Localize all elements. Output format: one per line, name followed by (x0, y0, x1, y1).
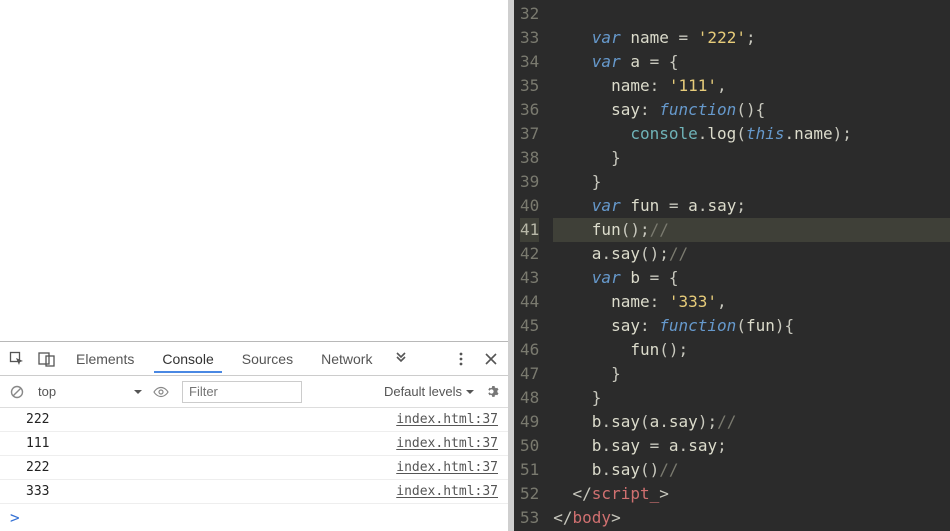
console-filter-bar: top Default levels (0, 376, 508, 408)
code-line[interactable]: fun();// (553, 218, 950, 242)
code-line[interactable] (553, 2, 950, 26)
line-gutter: 3233343536373839404142434445464748495051… (514, 0, 549, 531)
line-number: 47 (520, 362, 539, 386)
code-line[interactable]: } (553, 362, 950, 386)
levels-label: Default levels (384, 384, 462, 399)
line-number: 38 (520, 146, 539, 170)
log-source-link[interactable]: index.html:37 (396, 460, 498, 475)
code-editor[interactable]: 3233343536373839404142434445464748495051… (514, 0, 950, 531)
code-line[interactable]: } (553, 146, 950, 170)
code-line[interactable]: b.say = a.say; (553, 434, 950, 458)
line-number: 40 (520, 194, 539, 218)
tab-console[interactable]: Console (154, 345, 221, 373)
code-line[interactable]: var b = { (553, 266, 950, 290)
log-source-link[interactable]: index.html:37 (396, 412, 498, 427)
page-viewport (0, 0, 508, 341)
tab-network[interactable]: Network (313, 345, 380, 373)
log-message: 111 (26, 436, 49, 451)
log-message: 222 (26, 460, 49, 475)
line-number: 45 (520, 314, 539, 338)
code-line[interactable]: name: '333', (553, 290, 950, 314)
console-log-list: 222 index.html:37 111 index.html:37 222 index… (0, 408, 508, 504)
filter-input[interactable] (182, 381, 302, 403)
tab-elements[interactable]: Elements (68, 345, 142, 373)
context-select[interactable]: top (34, 381, 174, 403)
line-number: 49 (520, 410, 539, 434)
log-message: 222 (26, 412, 49, 427)
log-message: 333 (26, 484, 49, 499)
console-prompt[interactable]: > (0, 504, 508, 531)
code-line[interactable]: } (553, 386, 950, 410)
code-line[interactable]: var name = '222'; (553, 26, 950, 50)
line-number: 32 (520, 2, 539, 26)
kebab-icon[interactable] (452, 350, 470, 368)
device-toggle-icon[interactable] (38, 350, 56, 368)
code-line[interactable]: name: '111', (553, 74, 950, 98)
console-log-row: 111 index.html:37 (0, 432, 508, 456)
code-area[interactable]: var name = '222'; var a = { name: '111',… (549, 0, 950, 531)
code-line[interactable]: var a = { (553, 50, 950, 74)
console-log-row: 222 index.html:37 (0, 408, 508, 432)
browser-panel: Elements Console Sources Network (0, 0, 508, 531)
chevron-down-icon (134, 388, 142, 396)
code-line[interactable]: b.say()// (553, 458, 950, 482)
devtools-tabs: Elements Console Sources Network (0, 342, 508, 376)
code-line[interactable]: b.say(a.say);// (553, 410, 950, 434)
tab-sources[interactable]: Sources (234, 345, 301, 373)
line-number: 52 (520, 482, 539, 506)
code-line[interactable]: console.log(this.name); (553, 122, 950, 146)
console-log-row: 333 index.html:37 (0, 480, 508, 504)
log-source-link[interactable]: index.html:37 (396, 436, 498, 451)
line-number: 48 (520, 386, 539, 410)
line-number: 50 (520, 434, 539, 458)
code-line[interactable]: say: function(fun){ (553, 314, 950, 338)
line-number: 53 (520, 506, 539, 530)
eye-icon[interactable] (152, 383, 170, 401)
line-number: 43 (520, 266, 539, 290)
line-number: 51 (520, 458, 539, 482)
code-line[interactable]: fun(); (553, 338, 950, 362)
line-number: 35 (520, 74, 539, 98)
code-line[interactable]: var fun = a.say; (553, 194, 950, 218)
gear-icon[interactable] (482, 383, 500, 401)
line-number: 46 (520, 338, 539, 362)
line-number: 41 (520, 218, 539, 242)
line-number: 39 (520, 170, 539, 194)
code-line[interactable]: say: function(){ (553, 98, 950, 122)
line-number: 34 (520, 50, 539, 74)
code-line[interactable]: </body> (553, 506, 950, 530)
more-tabs-icon[interactable] (392, 350, 410, 368)
console-log-row: 222 index.html:37 (0, 456, 508, 480)
line-number: 36 (520, 98, 539, 122)
code-line[interactable]: a.say();// (553, 242, 950, 266)
log-levels-select[interactable]: Default levels (384, 384, 474, 399)
log-source-link[interactable]: index.html:37 (396, 484, 498, 499)
devtools-panel: Elements Console Sources Network (0, 341, 508, 531)
line-number: 42 (520, 242, 539, 266)
inspect-icon[interactable] (8, 350, 26, 368)
code-line[interactable]: } (553, 170, 950, 194)
close-icon[interactable] (482, 350, 500, 368)
line-number: 33 (520, 26, 539, 50)
line-number: 44 (520, 290, 539, 314)
line-number: 37 (520, 122, 539, 146)
chevron-down-icon (466, 388, 474, 396)
clear-console-icon[interactable] (8, 383, 26, 401)
code-line[interactable]: </script_> (553, 482, 950, 506)
context-label: top (38, 384, 56, 399)
